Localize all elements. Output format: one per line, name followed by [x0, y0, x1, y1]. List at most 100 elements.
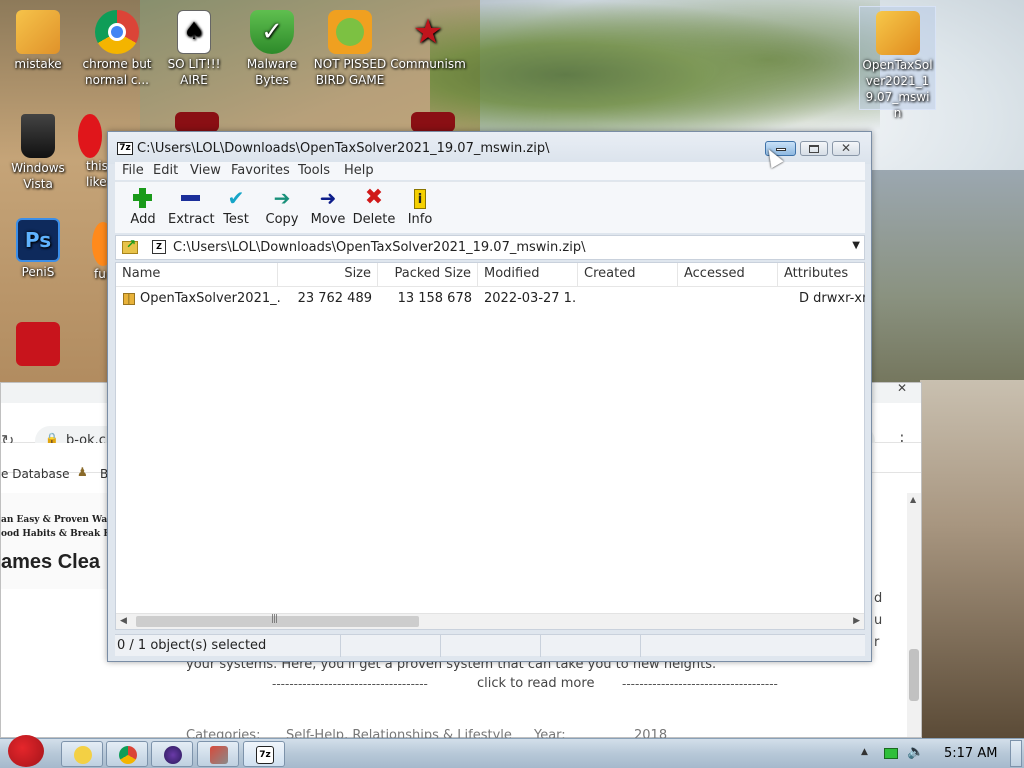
menu-edit[interactable]: Edit — [153, 163, 178, 178]
column-name[interactable]: Name — [116, 263, 278, 286]
toolbar: Add Extract ✔ Test ➔ Copy ➜ Move ✖ Delet… — [115, 181, 865, 233]
7zip-icon: 7z — [256, 746, 274, 764]
menu-file[interactable]: File — [122, 163, 144, 178]
plus-icon — [121, 186, 165, 210]
test-button[interactable]: ✔ Test — [214, 186, 258, 227]
move-button[interactable]: ➜ Move — [306, 186, 350, 227]
pig-icon — [328, 10, 372, 54]
horizontal-scroll-thumb[interactable]: ||| — [136, 614, 419, 627]
taskbar-app-button[interactable] — [151, 741, 193, 767]
file-attributes: D drwxr-xr- — [799, 291, 865, 306]
scroll-right-icon[interactable]: ▶ — [853, 616, 860, 626]
read-more-link[interactable]: click to read more — [477, 676, 594, 691]
desktop-icon-acrobat[interactable] — [0, 322, 76, 368]
menu-view[interactable]: View — [190, 163, 221, 178]
menu-tools[interactable]: Tools — [298, 163, 330, 178]
close-icon[interactable]: ✕ — [883, 381, 921, 399]
window-title: C:\Users\LOL\Downloads\OpenTaxSolver2021… — [137, 141, 550, 156]
menu-favorites[interactable]: Favorites — [231, 163, 290, 178]
taskbar-explorer-button[interactable] — [61, 741, 103, 767]
clock[interactable]: 5:17 AM — [944, 746, 997, 761]
status-cell — [341, 635, 441, 657]
column-attributes[interactable]: Attributes — [778, 263, 866, 286]
desktop-icon-opera[interactable]: this like — [78, 114, 108, 190]
scroll-thumb[interactable] — [909, 649, 919, 701]
start-button[interactable] — [4, 731, 48, 768]
close-button[interactable]: ✕ — [832, 141, 860, 156]
photoshop-icon: Ps — [16, 218, 60, 262]
taskbar-app-button[interactable] — [197, 741, 239, 767]
column-packed-size[interactable]: Packed Size — [378, 263, 478, 286]
bookmark-icon: ♟ — [77, 465, 88, 479]
path-combobox[interactable]: Z C:\Users\LOL\Downloads\OpenTaxSolver20… — [148, 238, 864, 258]
dropdown-arrow-icon[interactable]: ▼ — [852, 240, 860, 251]
text-fragment: d — [874, 591, 883, 606]
desktop-icon-chrome[interactable]: chrome but normal c... — [79, 10, 155, 88]
shield-check-icon: ✓ — [250, 10, 294, 54]
show-desktop-button[interactable] — [1010, 740, 1022, 767]
browser-scrollbar[interactable]: ▲ — [907, 493, 921, 737]
info-icon: i — [398, 186, 442, 210]
menu-bar: File Edit View Favorites Tools Help — [115, 162, 865, 180]
status-selection: 0 / 1 object(s) selected — [115, 635, 341, 657]
window-titlebar[interactable]: 7z C:\Users\LOL\Downloads\OpenTaxSolver2… — [108, 132, 871, 164]
desktop-icon-photoshop[interactable]: Ps PeniS — [0, 218, 76, 280]
zip-folder-icon — [875, 11, 920, 55]
desktop-icon-windows-vista[interactable]: Windows Vista — [0, 114, 76, 192]
battery-icon[interactable] — [884, 748, 898, 759]
maximize-button[interactable] — [800, 141, 828, 156]
move-arrow-icon: ➜ — [319, 186, 337, 210]
scroll-up-icon[interactable]: ▲ — [910, 495, 916, 504]
delete-button[interactable]: ✖ Delete — [352, 186, 396, 228]
add-button[interactable]: Add — [121, 186, 165, 227]
cards-icon: ♠ — [177, 10, 211, 54]
scroll-left-icon[interactable]: ◀ — [120, 616, 127, 626]
desktop-icon-bird-game[interactable]: NOT PISSED BIRD GAME — [312, 10, 388, 88]
info-button[interactable]: i Info — [398, 186, 442, 227]
column-size[interactable]: Size — [278, 263, 378, 286]
desktop-icon-opentaxsolver[interactable]: OpenTaxSolver2021_19.07_mswin — [859, 6, 936, 120]
app-icon — [411, 112, 455, 132]
divider-left: ------------------------------------ — [272, 677, 428, 691]
desktop-icon-mistake[interactable]: mistake — [0, 10, 76, 72]
file-row[interactable]: OpenTaxSolver2021_... 23 762 489 13 158 … — [116, 289, 865, 309]
file-list[interactable]: Name Size Packed Size Modified Created A… — [115, 262, 866, 630]
path-text: C:\Users\LOL\Downloads\OpenTaxSolver2021… — [173, 240, 586, 255]
opera-icon — [78, 114, 102, 158]
file-modified: 2022-03-27 1... — [484, 291, 576, 306]
folder-icon — [123, 293, 135, 305]
folder-up-icon: ↗ — [122, 237, 138, 254]
explorer-icon — [74, 746, 92, 764]
extract-button[interactable]: Extract — [168, 186, 215, 227]
grip-icon: ||| — [271, 614, 278, 624]
tray-expand-icon[interactable]: ▲ — [861, 747, 868, 757]
paint-icon — [164, 746, 182, 764]
taskbar-chrome-button[interactable] — [106, 741, 148, 767]
folder-up-button[interactable]: ↗ — [120, 237, 140, 258]
file-size: 23 762 489 — [297, 291, 372, 306]
recycle-bin-icon — [21, 114, 55, 158]
wallpaper-ground — [920, 380, 1024, 740]
column-created[interactable]: Created — [578, 263, 678, 286]
horizontal-scrollbar[interactable]: ◀ ||| ▶ — [116, 613, 864, 629]
file-name: OpenTaxSolver2021_... — [140, 291, 280, 306]
firefox-icon — [92, 222, 108, 266]
volume-icon[interactable]: 🔈 — [907, 744, 924, 760]
desktop-icon-malwarebytes[interactable]: ✓ Malware Bytes — [234, 10, 310, 88]
column-accessed[interactable]: Accessed — [678, 263, 778, 286]
7zip-window[interactable]: 7z C:\Users\LOL\Downloads\OpenTaxSolver2… — [107, 131, 872, 662]
menu-help[interactable]: Help — [344, 163, 374, 178]
copy-button[interactable]: ➔ Copy — [260, 186, 304, 227]
desktop-icon-communism[interactable]: ★ Communism — [390, 10, 466, 72]
address-bar: ↗ Z C:\Users\LOL\Downloads\OpenTaxSolver… — [115, 235, 865, 260]
checkmark-icon: ✔ — [227, 186, 245, 210]
taskbar-7zip-button[interactable]: 7z — [243, 741, 285, 767]
bookmark-database[interactable]: e Database — [1, 467, 69, 481]
book-cover: an Easy & Proven Way to ood Habits & Bre… — [1, 493, 126, 589]
column-modified[interactable]: Modified — [478, 263, 578, 286]
desktop-icon-solitaire[interactable]: ♠ SO LIT!!! AIRE — [156, 10, 232, 88]
minus-icon — [168, 186, 212, 210]
file-packed-size: 13 158 678 — [397, 291, 472, 306]
zip-archive-icon: Z — [152, 240, 166, 254]
desktop-icon-firefox[interactable]: fu — [82, 222, 108, 282]
